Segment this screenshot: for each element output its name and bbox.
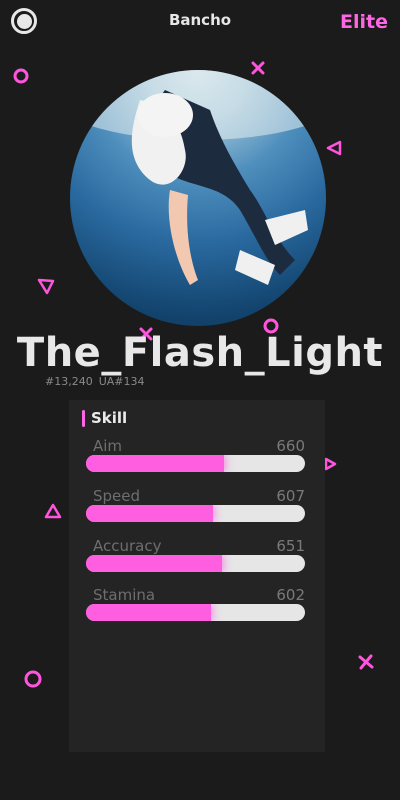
skill-aim: Aim 660 bbox=[86, 437, 305, 477]
header-accent-bar bbox=[82, 409, 85, 427]
cross-shape-icon bbox=[251, 61, 265, 75]
skill-bar-fill bbox=[86, 455, 224, 472]
skill-bar-track bbox=[86, 455, 305, 472]
username: The_Flash_Light bbox=[16, 330, 384, 376]
triangle-shape-icon bbox=[37, 278, 55, 295]
skill-value: 602 bbox=[276, 586, 305, 604]
rank-line: #13,240 UA#134 bbox=[45, 375, 151, 388]
skill-panel: Skill Aim 660 Speed 607 Accuracy 651 Sta… bbox=[69, 400, 325, 752]
skill-stamina: Stamina 602 bbox=[86, 586, 305, 626]
skill-label: Accuracy bbox=[93, 537, 162, 555]
avatar-artwork bbox=[70, 70, 326, 285]
circle-shape-icon bbox=[13, 68, 29, 84]
skill-value: 660 bbox=[276, 437, 305, 455]
triangle-shape-icon bbox=[324, 457, 337, 471]
skill-panel-title: Skill bbox=[91, 409, 128, 427]
skill-bar-track bbox=[86, 505, 305, 522]
ua-rank: UA#134 bbox=[98, 375, 145, 388]
avatar[interactable] bbox=[70, 70, 326, 326]
cross-shape-icon bbox=[358, 654, 374, 670]
skill-bar-track bbox=[86, 555, 305, 572]
skill-bar-fill bbox=[86, 505, 214, 522]
skill-label: Stamina bbox=[93, 586, 156, 604]
circle-shape-icon bbox=[24, 670, 42, 688]
triangle-shape-icon bbox=[326, 140, 342, 156]
mode-label[interactable]: Elite bbox=[340, 11, 388, 33]
skill-value: 607 bbox=[276, 487, 305, 505]
skill-panel-header: Skill bbox=[82, 409, 127, 427]
skill-value: 651 bbox=[276, 537, 305, 555]
skill-label: Aim bbox=[93, 437, 123, 455]
skill-bar-fill bbox=[86, 604, 211, 621]
top-bar: Bancho Elite bbox=[0, 0, 400, 44]
triangle-shape-icon bbox=[44, 503, 62, 519]
skill-accuracy: Accuracy 651 bbox=[86, 537, 305, 577]
skill-bar-track bbox=[86, 604, 305, 621]
skill-bar-fill bbox=[86, 555, 222, 572]
skill-label: Speed bbox=[93, 487, 141, 505]
global-rank: #13,240 bbox=[45, 375, 93, 388]
skill-speed: Speed 607 bbox=[86, 487, 305, 527]
